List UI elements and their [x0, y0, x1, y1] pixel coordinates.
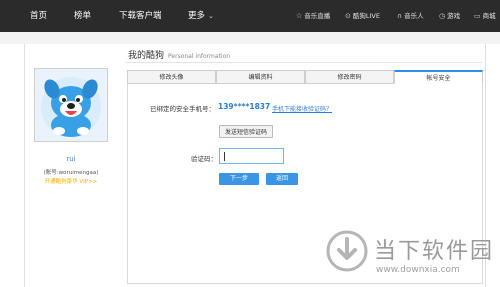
nav-mall-label: 商城: [482, 12, 496, 20]
nav-more-label: 更多: [188, 11, 206, 21]
text-cursor: [224, 152, 225, 161]
game-icon: ◷: [439, 12, 446, 20]
nav-mall[interactable]: ▭ 商城: [474, 0, 496, 32]
verification-code-label: 验证码：: [191, 155, 217, 163]
account-id: (账号:woruimengaa): [43, 170, 99, 176]
username: rui: [66, 155, 76, 163]
next-step-button[interactable]: 下一步: [219, 173, 259, 185]
mall-icon: ▭: [474, 12, 481, 20]
tab-account-security[interactable]: 帐号安全: [394, 70, 483, 84]
nav-download-client[interactable]: 下载客户端: [119, 0, 162, 32]
live-icon: ⊙: [345, 12, 351, 20]
title-divider: [126, 62, 482, 63]
page-background-strip: [0, 32, 500, 44]
nav-kugou-live[interactable]: ⊙ 酷狗LIVE: [345, 0, 380, 32]
vip-upgrade-link[interactable]: 开通酷狗豪华 VIP>>: [34, 177, 108, 185]
phone-number: 139****1837: [218, 102, 271, 111]
watermark-logo-icon: [326, 230, 368, 272]
top-nav-bar: 首页 榜单 下载客户端 更多 ⌄ ☆ 音乐直播 ⊙ 酷狗LIVE ∩ 音乐人 ◷ 游戏 ▭…: [0, 0, 500, 32]
nav-music-live-label: 音乐直播: [304, 12, 331, 20]
nav-games[interactable]: ◷ 游戏: [439, 0, 460, 32]
tab-change-password[interactable]: 修改密码: [305, 70, 394, 84]
avatar[interactable]: [34, 68, 108, 142]
watermark-url: www.downxia.com: [376, 265, 460, 275]
star-icon: ☆: [296, 12, 303, 20]
phone-unavailable-link[interactable]: 手机下能接收验证码？: [272, 104, 332, 113]
page-title-text: 我的酷狗: [128, 51, 165, 61]
nav-musician-label: 音乐人: [404, 12, 424, 20]
nav-kugou-live-label: 酷狗LIVE: [352, 12, 380, 20]
nav-music-live[interactable]: ☆ 音乐直播: [296, 0, 330, 32]
chevron-down-icon: ⌄: [208, 12, 214, 20]
tab-edit-profile[interactable]: 编辑资料: [216, 70, 305, 84]
page-title: 我的酷狗 Personal information: [128, 48, 230, 61]
settings-tabs: 修改头像 编辑资料 修改密码 帐号安全: [127, 70, 483, 84]
send-sms-code-button[interactable]: 发送短信验证码: [219, 125, 273, 138]
headphones-icon: ∩: [397, 12, 403, 20]
back-button[interactable]: 返回: [266, 173, 298, 185]
nav-musician[interactable]: ∩ 音乐人: [397, 0, 424, 32]
page-subtitle: Personal information: [168, 53, 231, 60]
tab-change-avatar[interactable]: 修改头像: [127, 70, 216, 84]
nav-charts[interactable]: 榜单: [74, 0, 91, 32]
dog-mascot-icon: [35, 69, 107, 141]
phone-label: 已绑定的安全手机号：: [150, 105, 215, 113]
nav-games-label: 游戏: [447, 12, 461, 20]
nav-more[interactable]: 更多 ⌄: [188, 0, 214, 32]
verification-code-input[interactable]: [219, 148, 284, 164]
nav-home[interactable]: 首页: [30, 0, 47, 32]
watermark-text: 当下软件园: [374, 239, 495, 264]
